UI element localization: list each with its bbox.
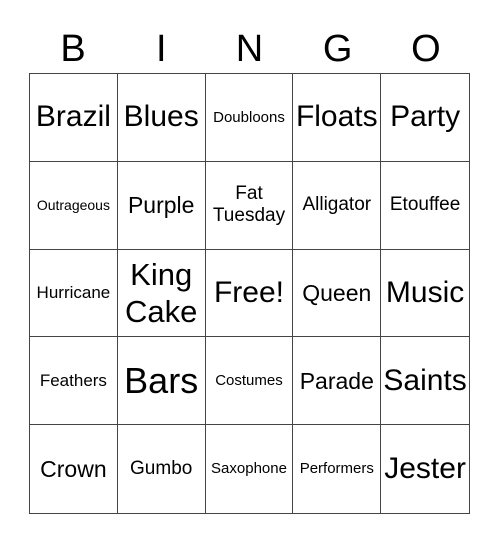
bingo-cell[interactable]: Party <box>381 74 469 162</box>
bingo-cell[interactable]: Music <box>381 250 469 338</box>
bingo-cell[interactable]: Hurricane <box>30 249 118 338</box>
bingo-cell[interactable]: Costumes <box>205 337 294 426</box>
bingo-cell[interactable]: Gumbo <box>118 425 206 513</box>
bingo-cell[interactable]: Brazil <box>30 74 118 162</box>
header-letter-o: O <box>411 28 441 70</box>
bingo-cell[interactable]: Bars <box>117 337 206 426</box>
bingo-cell[interactable]: Floats <box>293 74 382 162</box>
bingo-grid: Brazil Blues Doubloons Floats Party Outr… <box>29 73 470 514</box>
bingo-cell[interactable]: Purple <box>117 161 206 250</box>
bingo-cell[interactable]: Feathers <box>30 337 118 426</box>
bingo-cell[interactable]: Doubloons <box>205 74 294 162</box>
bingo-cell[interactable]: Fat Tuesday <box>205 161 294 250</box>
bingo-cell[interactable]: Etouffee <box>381 162 469 250</box>
bingo-header: B I N G O <box>29 24 470 74</box>
bingo-cell[interactable]: Jester <box>381 425 469 513</box>
bingo-cell[interactable]: Queen <box>293 249 382 338</box>
bingo-cell[interactable]: Alligator <box>293 161 382 250</box>
free-space-cell[interactable]: Free! <box>205 249 294 338</box>
bingo-cell[interactable]: Performers <box>293 425 382 513</box>
bingo-cell[interactable]: Outrageous <box>30 161 118 250</box>
bingo-cell[interactable]: King Cake <box>117 249 206 338</box>
header-letter-n: N <box>235 28 264 70</box>
header-letter-b: B <box>60 28 86 70</box>
header-letter-i: I <box>156 28 167 70</box>
header-letter-g: G <box>322 28 353 70</box>
bingo-cell[interactable]: Saints <box>381 337 469 426</box>
bingo-cell[interactable]: Parade <box>293 337 382 426</box>
bingo-cell[interactable]: Crown <box>30 425 118 513</box>
bingo-cell[interactable]: Blues <box>117 74 206 162</box>
bingo-cell[interactable]: Saxophone <box>206 425 294 513</box>
